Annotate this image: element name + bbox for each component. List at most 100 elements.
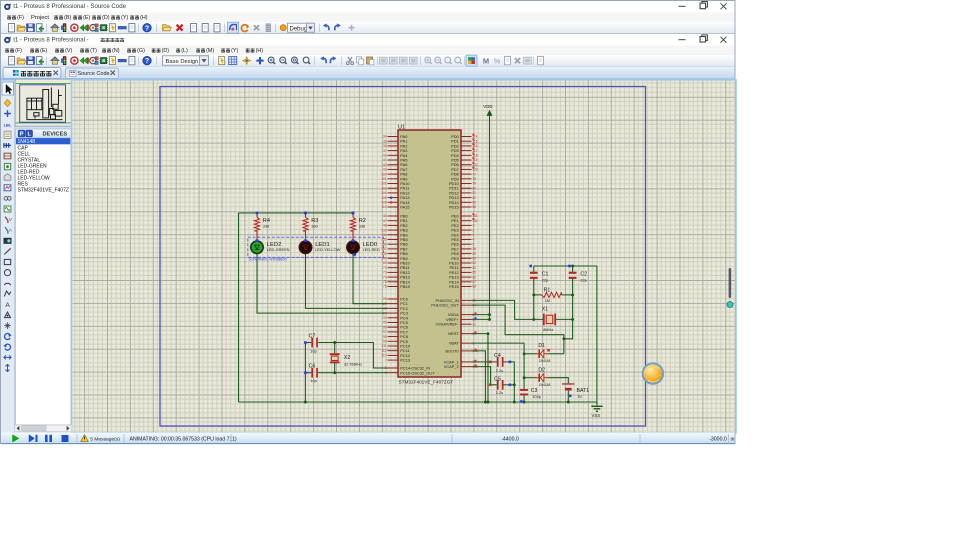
svg-text:10p: 10p [310, 350, 316, 354]
svg-text:60: 60 [472, 257, 476, 261]
svg-text:105: 105 [381, 196, 387, 200]
svg-text:ANIMATING: 00:00:35.067533 (CP: ANIMATING: 00:00:35.067533 (CPU load 711… [130, 437, 237, 443]
svg-text:81: 81 [472, 191, 476, 195]
svg-text:BAT1: BAT1 [577, 388, 590, 394]
svg-text:9: 9 [385, 371, 387, 375]
svg-text:(B): (B) [64, 15, 71, 21]
svg-text:45: 45 [383, 321, 387, 325]
svg-text:(Y): (Y) [231, 48, 238, 54]
svg-text:68: 68 [472, 285, 476, 289]
svg-text:99: 99 [383, 340, 387, 344]
svg-text:66: 66 [472, 275, 476, 279]
svg-text:76: 76 [383, 285, 387, 289]
svg-text:Source Code: Source Code [78, 71, 110, 77]
svg-text:D1: D1 [538, 343, 545, 349]
svg-text:(E): (E) [40, 48, 47, 54]
svg-text:23: 23 [472, 299, 476, 303]
svg-text:82: 82 [472, 196, 476, 200]
svg-text:8: 8 [385, 366, 387, 370]
svg-text:10p: 10p [310, 379, 316, 383]
svg-text:PC13: PC13 [400, 358, 410, 363]
svg-text:(M): (M) [206, 48, 214, 54]
svg-text:t1 - Proteus 8 Professional -: t1 - Proteus 8 Professional - Source Cod… [13, 3, 126, 10]
svg-text:VCAP_2: VCAP_2 [444, 364, 459, 369]
svg-text:1M: 1M [545, 299, 550, 303]
svg-text:65: 65 [472, 271, 476, 275]
svg-text:96: 96 [383, 325, 387, 329]
svg-text:-4400.0: -4400.0 [501, 437, 519, 443]
svg-text:29: 29 [383, 311, 387, 315]
svg-text:LED-YELLOW: LED-YELLOW [315, 247, 340, 252]
svg-text:V: V [9, 217, 12, 222]
svg-text:48: 48 [383, 224, 387, 228]
svg-text:PB15: PB15 [400, 284, 410, 289]
svg-text:X1: X1 [542, 307, 548, 313]
svg-text:Debug: Debug [290, 26, 308, 32]
svg-text:110: 110 [382, 205, 387, 209]
svg-text:135: 135 [381, 238, 387, 242]
svg-text:STM32F401VE_F407ZGT: STM32F401VE_F407ZGT [399, 380, 454, 385]
svg-text:6: 6 [472, 341, 474, 345]
svg-text:7: 7 [385, 358, 387, 362]
svg-text:STM32F401VE_F407Z: STM32F401VE_F407Z [18, 188, 69, 194]
svg-text:C5: C5 [494, 377, 501, 383]
svg-text:PA15: PA15 [400, 205, 409, 210]
svg-text:69: 69 [383, 261, 387, 265]
svg-text:C3: C3 [531, 388, 538, 394]
svg-text:VDD: VDD [483, 104, 492, 109]
svg-text:A: A [9, 228, 12, 233]
svg-text:27: 27 [383, 302, 387, 306]
svg-text:(D): (D) [102, 15, 110, 21]
svg-text:134: 134 [381, 233, 387, 237]
svg-text:28: 28 [383, 307, 387, 311]
svg-text:58: 58 [472, 247, 476, 251]
svg-text:36: 36 [383, 144, 387, 148]
svg-text:PC15-OSC32_OUT: PC15-OSC32_OUT [400, 370, 435, 375]
svg-text:C4: C4 [494, 353, 501, 359]
svg-text:34: 34 [383, 135, 387, 139]
svg-text:R1: R1 [544, 287, 551, 293]
svg-text:103: 103 [381, 186, 387, 190]
svg-text:109: 109 [381, 201, 387, 205]
svg-text:100: 100 [381, 172, 387, 176]
svg-text:(G): (G) [137, 48, 145, 54]
svg-text:3V: 3V [577, 395, 582, 399]
svg-text:(L): (L) [181, 48, 188, 54]
svg-text:44: 44 [383, 316, 387, 320]
svg-text:4: 4 [472, 238, 474, 242]
svg-text:330: 330 [359, 223, 366, 228]
svg-text:46: 46 [383, 214, 387, 218]
svg-text:139: 139 [381, 252, 387, 256]
svg-text:97: 97 [383, 330, 387, 334]
svg-text:111: 111 [382, 344, 387, 348]
svg-text:79: 79 [472, 182, 476, 186]
svg-text:VBAT: VBAT [449, 341, 459, 346]
svg-text:74: 74 [383, 275, 387, 279]
svg-text:85: 85 [472, 201, 476, 205]
svg-text:113: 113 [382, 354, 387, 358]
svg-text:98: 98 [383, 335, 387, 339]
svg-text:102: 102 [381, 182, 387, 186]
svg-text:(N): (N) [112, 48, 120, 54]
svg-text:75: 75 [383, 280, 387, 284]
svg-text:(F): (F) [17, 15, 24, 21]
svg-text:5: 5 [472, 242, 474, 246]
svg-text:X2: X2 [344, 355, 350, 361]
svg-text:80: 80 [472, 186, 476, 190]
svg-text:8MHz: 8MHz [543, 328, 553, 332]
svg-text:LED-GREEN: LED-GREEN [267, 247, 290, 252]
svg-text:63: 63 [472, 261, 476, 265]
svg-text:104p: 104p [532, 395, 540, 399]
svg-text:73: 73 [383, 271, 387, 275]
svg-text:47: 47 [383, 219, 387, 223]
svg-text:59: 59 [472, 252, 476, 256]
svg-text:2: 2 [472, 228, 474, 232]
svg-text:31: 31 [472, 322, 476, 326]
svg-text:VSS: VSS [592, 413, 601, 418]
svg-text:C7: C7 [309, 334, 316, 340]
svg-text:VSSA/VREF-: VSSA/VREF- [436, 322, 460, 327]
svg-text:A: A [5, 302, 10, 309]
svg-text:NRST: NRST [448, 331, 459, 336]
svg-text:22p: 22p [580, 278, 586, 282]
svg-text:M: M [483, 56, 489, 65]
